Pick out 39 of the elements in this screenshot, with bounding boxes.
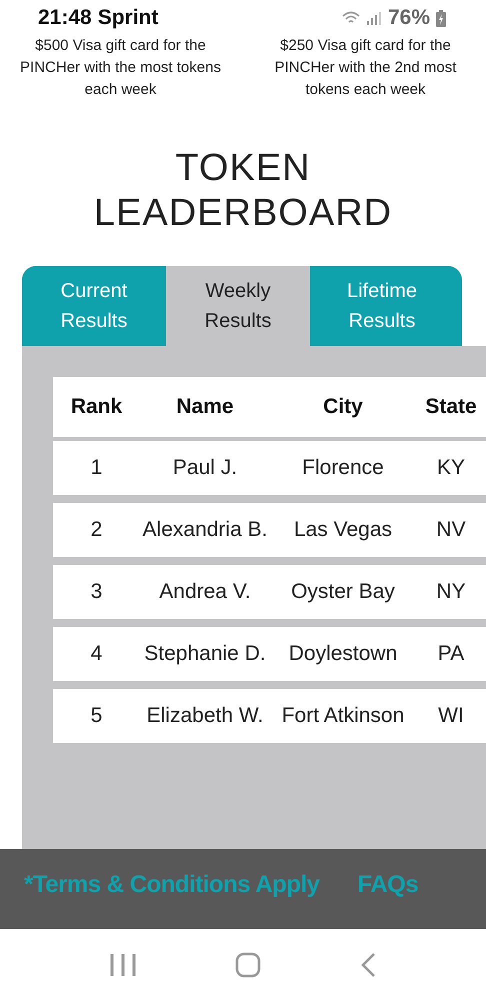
table-cell-text: Paul J. <box>172 455 238 481</box>
back-icon[interactable] <box>360 952 376 978</box>
table-cell-text: NV <box>436 517 466 543</box>
footer-link[interactable]: *Terms & Conditions Apply <box>24 867 320 903</box>
column-header: State <box>424 394 478 420</box>
carrier-name: Sprint <box>98 5 158 32</box>
page-title: TOKEN LEADERBOARD <box>93 146 393 236</box>
table-cell-text: Oyster Bay <box>291 579 395 605</box>
battery-percent: 76% <box>388 5 430 32</box>
table-cell-text: Fort Atkinson <box>282 703 404 729</box>
table-cell-text: 5 <box>90 703 102 729</box>
table-cell-text: 1 <box>90 455 102 481</box>
table-cell-text: NY <box>436 579 466 605</box>
table-cell-text: Florence <box>302 455 384 481</box>
prize-description: $500 Visa gift card for the PINCHer with the most tokens each week <box>19 36 222 100</box>
prize-description: $250 Visa gift card for the PINCHer with the 2nd most tokens each week <box>274 36 458 100</box>
column-header: Rank <box>70 394 124 420</box>
signal-icon <box>366 11 382 25</box>
table-cell-text: WI <box>438 703 464 729</box>
table-cell-text: KY <box>436 455 465 481</box>
column-header: City <box>322 394 364 420</box>
tab[interactable]: Weekly Results <box>166 266 310 346</box>
footer-link[interactable]: FAQs <box>358 867 418 903</box>
table-cell-text: PA <box>438 641 464 667</box>
table-cell-text: Stephanie D. <box>144 641 266 667</box>
table-cell-text: Andrea V. <box>159 579 251 605</box>
table-cell-text: Doylestown <box>288 641 398 667</box>
table-cell-text: 4 <box>90 641 102 667</box>
home-icon[interactable] <box>234 952 261 978</box>
table-cell-text: Elizabeth W. <box>146 703 264 729</box>
wifi-icon <box>342 11 360 25</box>
battery-icon <box>436 10 446 26</box>
recent-apps-icon[interactable] <box>110 952 136 976</box>
table-cell-text: Las Vegas <box>294 517 392 543</box>
table-cell-text: 3 <box>90 579 102 605</box>
table-cell-text: Alexandria B. <box>142 517 268 543</box>
column-header: Name <box>175 394 235 420</box>
clock: 21:48 <box>38 5 92 32</box>
table-cell-text: 2 <box>90 517 102 543</box>
